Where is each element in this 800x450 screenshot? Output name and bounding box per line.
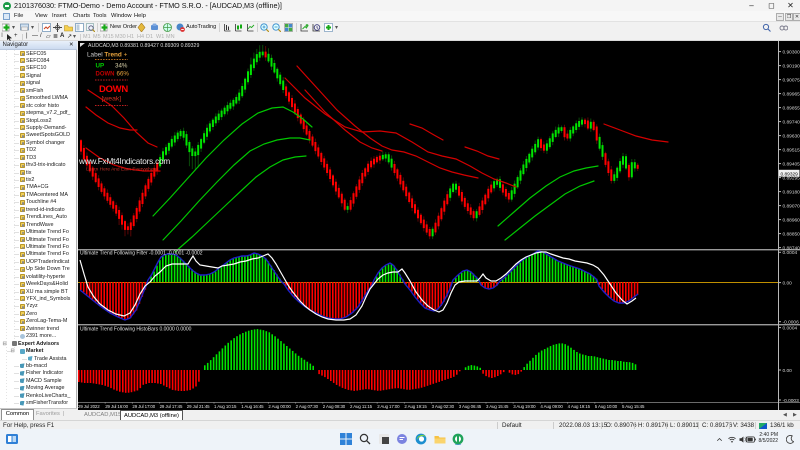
svg-text:0.89329: 0.89329 bbox=[781, 171, 799, 177]
svg-text:2 Aug 11:15: 2 Aug 11:15 bbox=[350, 404, 373, 409]
svg-text:-0.0006: -0.0006 bbox=[783, 320, 800, 326]
svg-text:0.89630: 0.89630 bbox=[783, 133, 800, 139]
svg-text:2 Aug 07:30: 2 Aug 07:30 bbox=[296, 404, 319, 409]
svg-text:1 Aug 16:45: 1 Aug 16:45 bbox=[241, 404, 264, 409]
svg-text:-0.0003: -0.0003 bbox=[783, 398, 800, 404]
svg-text:0.89740: 0.89740 bbox=[783, 119, 800, 125]
svg-text:DOWN: DOWN bbox=[99, 84, 128, 95]
svg-text:2 Aug 17:00: 2 Aug 17:00 bbox=[377, 404, 400, 409]
svg-text:UP: UP bbox=[96, 63, 105, 70]
svg-text:0.0004: 0.0004 bbox=[783, 325, 798, 331]
svg-text:34%: 34% bbox=[115, 63, 128, 70]
svg-text:29 Jul 16:00: 29 Jul 16:00 bbox=[105, 404, 128, 409]
svg-text:3 Aug 02:30: 3 Aug 02:30 bbox=[432, 404, 455, 409]
svg-text:0.90300: 0.90300 bbox=[783, 49, 800, 55]
svg-text:5 Aug 15:45: 5 Aug 15:45 bbox=[622, 404, 645, 409]
svg-text:0.88960: 0.88960 bbox=[783, 217, 800, 223]
svg-text:0.90190: 0.90190 bbox=[783, 63, 800, 69]
svg-text:0.89515: 0.89515 bbox=[783, 147, 800, 153]
svg-text:DOWN: DOWN bbox=[96, 72, 115, 78]
svg-text:www.FxMt4Indicators.com: www.FxMt4Indicators.com bbox=[78, 157, 170, 166]
svg-text:AUDCAD,M3 0.89381 0.89427 0.8: AUDCAD,M3 0.89381 0.89427 0.89309 0.8932… bbox=[88, 43, 199, 49]
svg-text:2 Aug 00:00: 2 Aug 00:00 bbox=[268, 404, 291, 409]
svg-text:0.90075: 0.90075 bbox=[783, 77, 800, 83]
svg-text:29 Jul 21:45: 29 Jul 21:45 bbox=[187, 404, 210, 409]
svg-text:0.89180: 0.89180 bbox=[783, 189, 800, 195]
svg-text:[weak]: [weak] bbox=[102, 96, 122, 103]
svg-text:Label Trend +: Label Trend + bbox=[87, 52, 128, 59]
svg-text:5 Aug 10:00: 5 Aug 10:00 bbox=[595, 404, 618, 409]
svg-text:0.89965: 0.89965 bbox=[783, 91, 800, 97]
svg-text:3 Aug 06:45: 3 Aug 06:45 bbox=[459, 404, 482, 409]
svg-text:3 Aug 15:45: 3 Aug 15:45 bbox=[486, 404, 509, 409]
svg-text:0.0004: 0.0004 bbox=[783, 250, 798, 256]
svg-text:29 Jul 17:00: 29 Jul 17:00 bbox=[132, 404, 155, 409]
svg-text:29 Jul 17:45: 29 Jul 17:45 bbox=[160, 404, 183, 409]
svg-text:0.89070: 0.89070 bbox=[783, 203, 800, 209]
svg-text:Ultimate Trend Following Filte: Ultimate Trend Following Filter -0.0001 … bbox=[80, 251, 203, 257]
svg-text:1 Aug 10:15: 1 Aug 10:15 bbox=[214, 404, 237, 409]
svg-text:2 Aug 08:30: 2 Aug 08:30 bbox=[323, 404, 346, 409]
svg-text:66%: 66% bbox=[117, 71, 130, 78]
svg-text:0.89855: 0.89855 bbox=[783, 105, 800, 111]
svg-text:4 Aug 09:00: 4 Aug 09:00 bbox=[540, 404, 563, 409]
svg-text:0.00: 0.00 bbox=[783, 280, 793, 286]
svg-text:29 Jul 2022: 29 Jul 2022 bbox=[78, 404, 100, 409]
svg-text:0.00: 0.00 bbox=[783, 368, 793, 374]
svg-text:3 Aug 19:00: 3 Aug 19:00 bbox=[513, 404, 536, 409]
svg-text:4 Aug 19:15: 4 Aug 19:15 bbox=[568, 404, 591, 409]
svg-text:Ultimate Trend Following Histo: Ultimate Trend Following HistoBars 0.000… bbox=[80, 327, 192, 333]
svg-text:0.89405: 0.89405 bbox=[783, 161, 800, 167]
svg-text:0.88850: 0.88850 bbox=[783, 231, 800, 237]
svg-text:Learn Here And Earn Everywhere: Learn Here And Earn Everywhere bbox=[86, 167, 158, 173]
svg-text:2 Aug 19:15: 2 Aug 19:15 bbox=[404, 404, 427, 409]
